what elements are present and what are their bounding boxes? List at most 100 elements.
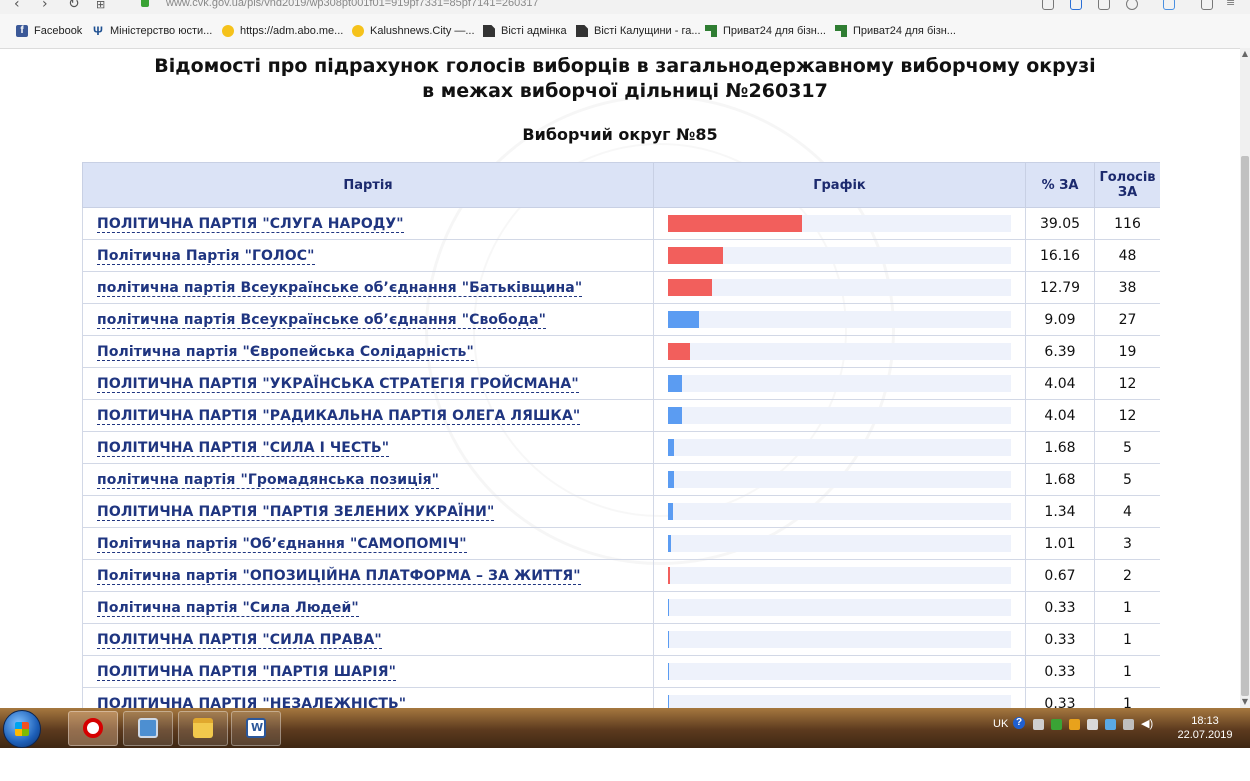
party-link[interactable]: ПОЛІТИЧНА ПАРТІЯ "НЕЗАЛЕЖНІСТЬ" (97, 695, 407, 708)
document-icon (576, 25, 588, 37)
party-cell: ПОЛІТИЧНА ПАРТІЯ "СИЛА І ЧЕСТЬ" (82, 431, 654, 464)
bookmark-kalushnews[interactable]: Kalushnews.City —... (352, 25, 475, 37)
windows-logo-icon (15, 722, 29, 736)
taskbar: UK ? ◀) 18:13 22.07.2019 (0, 708, 1250, 748)
header-votes: Голосів ЗА (1094, 162, 1160, 208)
download-icon[interactable] (1201, 0, 1213, 10)
party-cell: ПОЛІТИЧНА ПАРТІЯ "ПАРТІЯ ШАРІЯ" (82, 655, 654, 688)
vote-bar-track (668, 663, 1011, 680)
reload-icon[interactable]: ↻ (68, 0, 80, 12)
percent-cell: 6.39 (1025, 335, 1095, 368)
document-icon (483, 25, 495, 37)
party-link[interactable]: ПОЛІТИЧНА ПАРТІЯ "ПАРТІЯ ЗЕЛЕНИХ УКРАЇНИ… (97, 503, 495, 521)
party-link[interactable]: ПОЛІТИЧНА ПАРТІЯ "РАДИКАЛЬНА ПАРТІЯ ОЛЕГ… (97, 407, 581, 425)
privat24-icon (705, 25, 717, 37)
forward-icon[interactable]: › (42, 0, 48, 12)
clock[interactable]: 18:13 22.07.2019 (1175, 714, 1235, 742)
help-icon[interactable]: ? (1013, 717, 1025, 729)
volume-icon[interactable]: ◀) (1141, 719, 1153, 730)
display-icon[interactable] (1123, 719, 1134, 730)
percent-cell: 4.04 (1025, 367, 1095, 400)
clock-time: 18:13 (1191, 715, 1219, 727)
party-link[interactable]: Політична партія "ОПОЗИЦІЙНА ПЛАТФОРМА –… (97, 567, 581, 585)
pen-icon[interactable] (1033, 719, 1044, 730)
table-row: Політична партія "Сила Людей" 0.33 1 (82, 591, 1160, 624)
speed-dial-icon[interactable]: ⊞ (96, 0, 105, 11)
party-link[interactable]: ПОЛІТИЧНА ПАРТІЯ "СИЛА ПРАВА" (97, 631, 382, 649)
security-icon[interactable] (1051, 719, 1062, 730)
table-row: Політична партія "Європейська Солідарніс… (82, 335, 1160, 368)
header-votes-line1: Голосів (1099, 170, 1156, 185)
party-link[interactable]: ПОЛІТИЧНА ПАРТІЯ "СЛУГА НАРОДУ" (97, 215, 404, 233)
power-icon[interactable] (1087, 719, 1098, 730)
bookmark-facebook[interactable]: f Facebook (16, 25, 82, 37)
party-cell: Політична Партія "ГОЛОС" (82, 239, 654, 272)
table-header-row: Партія Графік % ЗА Голосів ЗА (82, 162, 1160, 208)
party-cell: Політична партія "Сила Людей" (82, 591, 654, 624)
votes-cell: 1 (1094, 687, 1160, 708)
bookmark-privat24-1[interactable]: Приват24 для бізн... (705, 25, 826, 37)
menu-icon[interactable]: ≡ (1226, 0, 1238, 9)
heart-icon[interactable] (1126, 0, 1138, 10)
chart-cell (653, 303, 1026, 336)
language-indicator[interactable]: UK (993, 718, 1008, 730)
bookmark-ministry[interactable]: Ψ Міністерство юсти... (92, 25, 212, 37)
votes-cell: 1 (1094, 591, 1160, 624)
extension-icon[interactable] (1070, 0, 1082, 10)
bookmark-visti-kalushchyny[interactable]: Вісті Калущини - га... (576, 25, 701, 37)
party-cell: ПОЛІТИЧНА ПАРТІЯ "ПАРТІЯ ЗЕЛЕНИХ УКРАЇНИ… (82, 495, 654, 528)
bookmark-label: Міністерство юсти... (110, 25, 213, 37)
taskbar-app-screen[interactable] (123, 711, 173, 746)
chart-cell (653, 207, 1026, 240)
start-button[interactable] (3, 710, 41, 748)
chart-cell (653, 687, 1026, 708)
system-tray: UK ? ◀) 18:13 22.07.2019 (985, 708, 1250, 748)
scroll-up-icon[interactable]: ▲ (1241, 50, 1249, 58)
party-link[interactable]: політична партія Всеукраїнське об’єднанн… (97, 311, 547, 329)
chart-cell (653, 399, 1026, 432)
vote-bar (668, 535, 672, 552)
party-link[interactable]: Політична партія "Об’єднання "САМОПОМІЧ" (97, 535, 467, 553)
bookmark-label: Facebook (34, 25, 83, 37)
party-cell: Політична партія "ОПОЗИЦІЙНА ПЛАТФОРМА –… (82, 559, 654, 592)
camera-icon[interactable] (1042, 0, 1054, 10)
dot-icon (352, 25, 364, 37)
party-link[interactable]: Політична партія "Європейська Солідарніс… (97, 343, 474, 361)
vote-bar-track (668, 567, 1011, 584)
vote-bar (668, 663, 670, 680)
update-icon[interactable] (1069, 719, 1080, 730)
network-adapter-icon[interactable] (1105, 719, 1116, 730)
party-link[interactable]: ПОЛІТИЧНА ПАРТІЯ "УКРАЇНСЬКА СТРАТЕГІЯ Г… (97, 375, 579, 393)
scrollbar-thumb[interactable] (1241, 156, 1249, 696)
vpn-icon[interactable] (1163, 0, 1175, 10)
vote-bar (668, 695, 670, 708)
bookmark-adm[interactable]: https://adm.abo.me... (222, 25, 343, 37)
page-scrollbar[interactable]: ▲ ▼ (1240, 48, 1250, 708)
votes-cell: 19 (1094, 335, 1160, 368)
party-link[interactable]: політична партія Всеукраїнське об’єднанн… (97, 279, 583, 297)
table-row: ПОЛІТИЧНА ПАРТІЯ "ПАРТІЯ ЗЕЛЕНИХ УКРАЇНИ… (82, 495, 1160, 528)
taskbar-app-opera[interactable] (68, 711, 118, 746)
back-icon[interactable]: ‹ (14, 0, 20, 12)
bottom-strip (0, 748, 1250, 781)
bookmark-privat24-2[interactable]: Приват24 для бізн... (835, 25, 956, 37)
taskbar-app-word[interactable] (231, 711, 281, 746)
vote-bar-track (668, 215, 1011, 232)
party-link[interactable]: ПОЛІТИЧНА ПАРТІЯ "СИЛА І ЧЕСТЬ" (97, 439, 390, 457)
address-bar[interactable]: www.cvk.gov.ua/pls/vnd2019/wp308pt001f01… (166, 0, 539, 9)
bookmark-visti-admin[interactable]: Вісті адмінка (483, 25, 567, 37)
percent-cell: 12.79 (1025, 271, 1095, 304)
party-link[interactable]: Політична партія "Сила Людей" (97, 599, 359, 617)
party-link[interactable]: ПОЛІТИЧНА ПАРТІЯ "ПАРТІЯ ШАРІЯ" (97, 663, 396, 681)
chart-cell (653, 463, 1026, 496)
taskbar-app-explorer[interactable] (178, 711, 228, 746)
table-row: ПОЛІТИЧНА ПАРТІЯ "СИЛА І ЧЕСТЬ" 1.68 5 (82, 431, 1160, 464)
percent-cell: 0.33 (1025, 591, 1095, 624)
scroll-down-icon[interactable]: ▼ (1241, 698, 1249, 706)
send-icon[interactable] (1098, 0, 1110, 10)
votes-cell: 38 (1094, 271, 1160, 304)
party-cell: Політична партія "Європейська Солідарніс… (82, 335, 654, 368)
party-link[interactable]: Політична Партія "ГОЛОС" (97, 247, 315, 265)
table-row: ПОЛІТИЧНА ПАРТІЯ "СИЛА ПРАВА" 0.33 1 (82, 623, 1160, 656)
party-link[interactable]: політична партія "Громадянська позиція" (97, 471, 440, 489)
